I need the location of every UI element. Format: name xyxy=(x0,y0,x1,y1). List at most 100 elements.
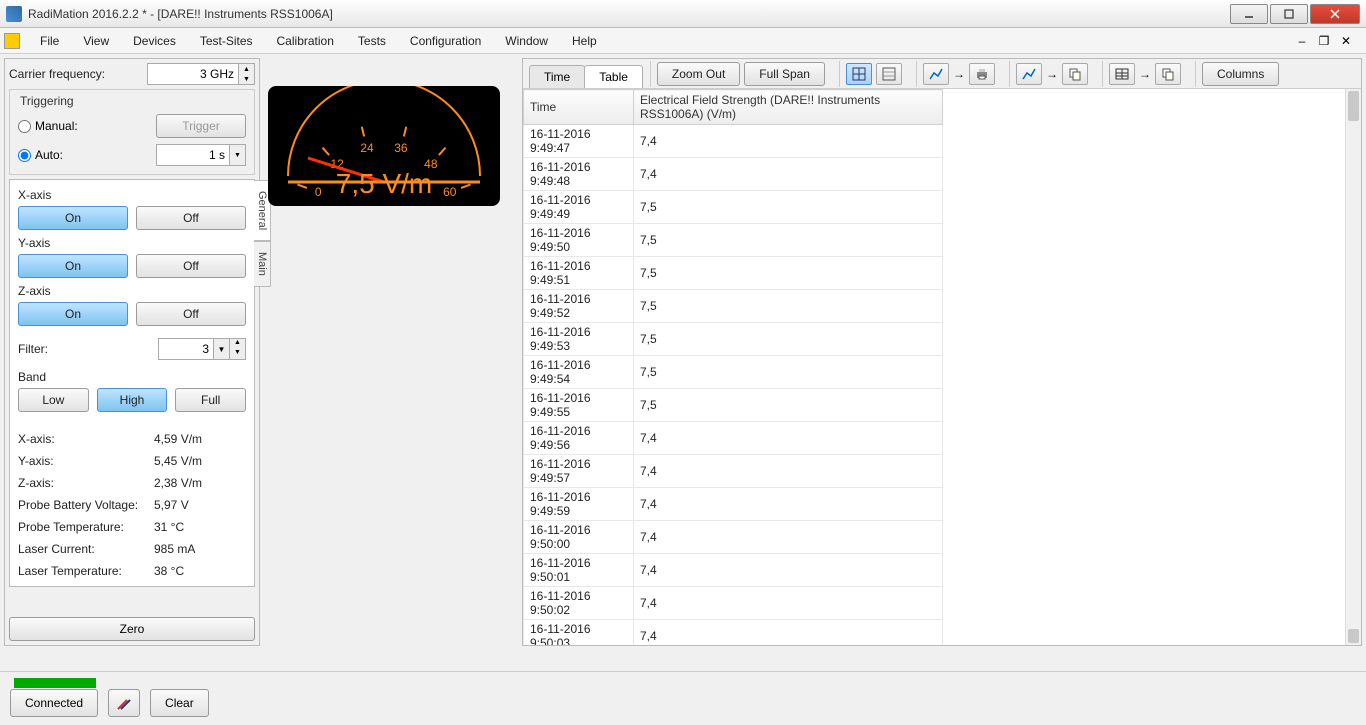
table-row[interactable]: 16-11-2016 9:50:017,4 xyxy=(524,554,943,587)
grid-major-icon[interactable] xyxy=(846,63,872,85)
grid-minor-icon[interactable] xyxy=(876,63,902,85)
table-icon[interactable] xyxy=(1109,63,1135,85)
cell-value: 7,4 xyxy=(634,587,943,620)
table-row[interactable]: 16-11-2016 9:50:027,4 xyxy=(524,587,943,620)
table-row[interactable]: 16-11-2016 9:49:577,4 xyxy=(524,455,943,488)
band-high-button[interactable]: High xyxy=(97,388,168,412)
maximize-button[interactable] xyxy=(1270,4,1308,24)
xaxis-on-button[interactable]: On xyxy=(18,206,128,230)
band-full-button[interactable]: Full xyxy=(175,388,246,412)
tab-time[interactable]: Time xyxy=(529,65,585,88)
band-low-button[interactable]: Low xyxy=(18,388,89,412)
table-row[interactable]: 16-11-2016 9:49:567,4 xyxy=(524,422,943,455)
table-row[interactable]: 16-11-2016 9:49:537,5 xyxy=(524,323,943,356)
readout-row: Z-axis:2,38 V/m xyxy=(18,476,246,490)
table-row[interactable]: 16-11-2016 9:49:487,4 xyxy=(524,158,943,191)
zero-button[interactable]: Zero xyxy=(9,617,255,641)
tools-icon[interactable] xyxy=(108,689,140,717)
right-toolbar: Time Table Zoom Out Full Span → → xyxy=(523,59,1361,89)
table-row[interactable]: 16-11-2016 9:49:547,5 xyxy=(524,356,943,389)
trigger-button[interactable]: Trigger xyxy=(156,114,246,138)
mdi-minimize-icon[interactable]: – xyxy=(1294,34,1310,48)
copy-icon[interactable] xyxy=(1062,63,1088,85)
zaxis-off-button[interactable]: Off xyxy=(136,302,246,326)
menu-configuration[interactable]: Configuration xyxy=(398,30,493,52)
auto-radio[interactable] xyxy=(18,149,31,162)
zaxis-on-button[interactable]: On xyxy=(18,302,128,326)
readout-label: X-axis: xyxy=(18,432,154,446)
cell-time: 16-11-2016 9:49:50 xyxy=(524,224,634,257)
copy2-icon[interactable] xyxy=(1155,63,1181,85)
full-span-button[interactable]: Full Span xyxy=(744,62,825,86)
print-icon[interactable] xyxy=(969,63,995,85)
menu-help[interactable]: Help xyxy=(560,30,609,52)
cell-value: 7,4 xyxy=(634,620,943,646)
table-row[interactable]: 16-11-2016 9:49:527,5 xyxy=(524,290,943,323)
table-row[interactable]: 16-11-2016 9:49:497,5 xyxy=(524,191,943,224)
cell-time: 16-11-2016 9:49:47 xyxy=(524,125,634,158)
minimize-button[interactable] xyxy=(1230,4,1268,24)
arrow-icon: → xyxy=(953,67,965,81)
filter-spin-down-icon[interactable]: ▼ xyxy=(230,349,245,359)
yaxis-on-button[interactable]: On xyxy=(18,254,128,278)
clear-button[interactable]: Clear xyxy=(150,689,209,717)
menu-view[interactable]: View xyxy=(71,30,121,52)
xaxis-off-button[interactable]: Off xyxy=(136,206,246,230)
table-row[interactable]: 16-11-2016 9:49:557,5 xyxy=(524,389,943,422)
mdi-close-icon[interactable]: ✕ xyxy=(1338,34,1354,48)
manual-radio[interactable] xyxy=(18,120,31,133)
table-row[interactable]: 16-11-2016 9:49:597,4 xyxy=(524,488,943,521)
tab-table[interactable]: Table xyxy=(584,65,643,88)
cell-time: 16-11-2016 9:49:48 xyxy=(524,158,634,191)
filter-spin-up-icon[interactable]: ▲ xyxy=(230,339,245,349)
table-row[interactable]: 16-11-2016 9:50:007,4 xyxy=(524,521,943,554)
vertical-scrollbar[interactable] xyxy=(1345,89,1361,645)
menu-tests[interactable]: Tests xyxy=(346,30,398,52)
chart-line-icon[interactable] xyxy=(923,63,949,85)
right-panel: Time Table Zoom Out Full Span → → xyxy=(522,58,1362,646)
cell-time: 16-11-2016 9:49:59 xyxy=(524,488,634,521)
zoom-out-button[interactable]: Zoom Out xyxy=(657,62,740,86)
col-time[interactable]: Time xyxy=(524,90,634,125)
filter-dropdown-icon[interactable]: ▼ xyxy=(214,338,230,360)
readout-label: Probe Battery Voltage: xyxy=(18,498,154,512)
mdi-restore-icon[interactable]: ❐ xyxy=(1316,34,1332,48)
readout-label: Probe Temperature: xyxy=(18,520,154,534)
columns-button[interactable]: Columns xyxy=(1202,62,1279,86)
spin-up-icon[interactable]: ▲ xyxy=(238,64,254,74)
connected-button[interactable]: Connected xyxy=(10,689,98,717)
analog-gauge: 01224364860 7,5 V/m xyxy=(268,86,500,206)
menu-window[interactable]: Window xyxy=(493,30,560,52)
menu-devices[interactable]: Devices xyxy=(121,30,188,52)
readout-row: Probe Temperature:31 °C xyxy=(18,520,246,534)
auto-interval-input[interactable]: 1 s▼ xyxy=(156,144,246,166)
readout-row: Laser Temperature:38 °C xyxy=(18,564,246,578)
carrier-freq-input[interactable]: 3 GHz▲▼ xyxy=(147,63,255,85)
menu-test-sites[interactable]: Test-Sites xyxy=(188,30,265,52)
table-row[interactable]: 16-11-2016 9:49:477,4 xyxy=(524,125,943,158)
filter-input[interactable]: 3 xyxy=(158,338,214,360)
cell-time: 16-11-2016 9:50:02 xyxy=(524,587,634,620)
menu-calibration[interactable]: Calibration xyxy=(265,30,346,52)
col-field[interactable]: Electrical Field Strength (DARE!! Instru… xyxy=(634,90,943,125)
table-row[interactable]: 16-11-2016 9:49:507,5 xyxy=(524,224,943,257)
filter-label: Filter: xyxy=(18,342,152,356)
readout-value: 2,38 V/m xyxy=(154,476,202,490)
spin-down-icon[interactable]: ▼ xyxy=(238,74,254,84)
menu-file[interactable]: File xyxy=(28,30,71,52)
cell-time: 16-11-2016 9:49:54 xyxy=(524,356,634,389)
side-tab-main[interactable]: Main xyxy=(254,241,271,287)
close-button[interactable] xyxy=(1310,4,1360,24)
auto-label: Auto: xyxy=(35,148,63,162)
table-row[interactable]: 16-11-2016 9:49:517,5 xyxy=(524,257,943,290)
triggering-group: Triggering Manual: Trigger Auto: 1 s▼ xyxy=(9,89,255,175)
gauge-value: 7,5 V/m xyxy=(268,168,500,200)
table-row[interactable]: 16-11-2016 9:50:037,4 xyxy=(524,620,943,646)
yaxis-off-button[interactable]: Off xyxy=(136,254,246,278)
cell-value: 7,4 xyxy=(634,125,943,158)
readout-value: 31 °C xyxy=(154,520,184,534)
yaxis-label: Y-axis xyxy=(18,236,246,250)
chart-line2-icon[interactable] xyxy=(1016,63,1042,85)
left-panel: Carrier frequency: 3 GHz▲▼ Triggering Ma… xyxy=(4,58,260,646)
cell-value: 7,5 xyxy=(634,356,943,389)
